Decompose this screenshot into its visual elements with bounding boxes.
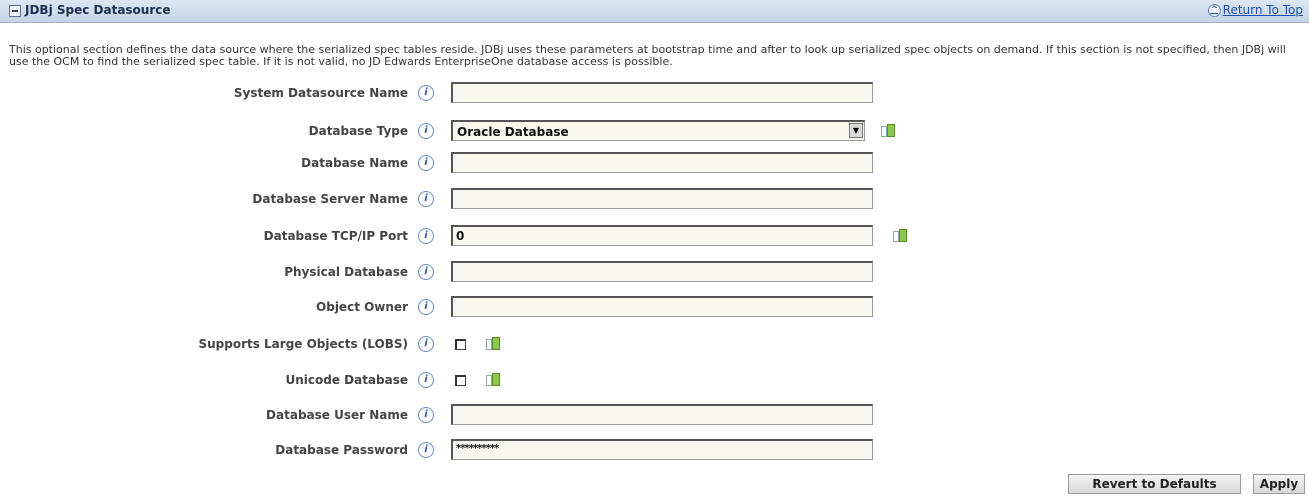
row-object-owner: Object Owner i bbox=[0, 296, 1309, 322]
database-type-value: Oracle Database bbox=[457, 125, 569, 139]
info-icon[interactable]: i bbox=[418, 85, 434, 101]
database-type-label: Database Type bbox=[308, 124, 408, 138]
return-to-top-label: Return To Top bbox=[1222, 3, 1303, 17]
system-datasource-name-label: System Datasource Name bbox=[233, 86, 408, 100]
row-database-tcp-ip-port: Database TCP/IP Port i 0 bbox=[0, 225, 1309, 251]
row-system-datasource-name: System Datasource Name i bbox=[0, 82, 1309, 108]
section-header: JDBj Spec Datasource ^ Return To Top bbox=[0, 0, 1309, 23]
row-supports-large-objects: Supports Large Objects (LOBS) i bbox=[0, 333, 1309, 359]
row-database-user-name: Database User Name i bbox=[0, 404, 1309, 430]
info-icon[interactable]: i bbox=[418, 228, 434, 244]
row-database-type: Database Type i Oracle Database ▼ bbox=[0, 120, 1309, 146]
unicode-database-label: Unicode Database bbox=[285, 373, 408, 387]
row-database-password: Database Password i ********** bbox=[0, 439, 1309, 465]
supports-large-objects-label: Supports Large Objects (LOBS) bbox=[198, 337, 408, 351]
section-title: JDBj Spec Datasource bbox=[25, 3, 171, 17]
info-icon[interactable]: i bbox=[418, 264, 434, 280]
unicode-database-checkbox[interactable] bbox=[455, 375, 466, 386]
chevron-down-icon[interactable]: ▼ bbox=[849, 123, 863, 138]
database-server-name-label: Database Server Name bbox=[252, 192, 408, 206]
section-description: This optional section defines the data s… bbox=[9, 43, 1286, 68]
info-icon[interactable]: i bbox=[418, 191, 434, 207]
database-password-input[interactable]: ********** bbox=[451, 439, 873, 460]
return-to-top-link[interactable]: ^ Return To Top bbox=[1207, 3, 1303, 17]
database-type-select[interactable]: Oracle Database ▼ bbox=[451, 120, 865, 141]
database-password-label: Database Password bbox=[275, 443, 408, 457]
object-owner-input[interactable] bbox=[451, 296, 873, 317]
info-icon[interactable]: i bbox=[418, 299, 434, 315]
database-user-name-input[interactable] bbox=[451, 404, 873, 425]
override-indicator-icon[interactable] bbox=[486, 337, 500, 350]
object-owner-label: Object Owner bbox=[316, 300, 408, 314]
database-name-input[interactable] bbox=[451, 152, 873, 173]
database-server-name-input[interactable] bbox=[451, 188, 873, 209]
info-icon[interactable]: i bbox=[418, 336, 434, 352]
row-database-server-name: Database Server Name i bbox=[0, 188, 1309, 214]
up-arrow-icon: ^ bbox=[1207, 3, 1221, 17]
apply-button[interactable]: Apply bbox=[1253, 474, 1305, 494]
row-unicode-database: Unicode Database i bbox=[0, 369, 1309, 395]
info-icon[interactable]: i bbox=[418, 407, 434, 423]
row-database-name: Database Name i bbox=[0, 152, 1309, 178]
override-indicator-icon[interactable] bbox=[893, 229, 907, 242]
override-indicator-icon[interactable] bbox=[881, 124, 895, 137]
database-tcp-ip-port-input[interactable]: 0 bbox=[451, 225, 873, 246]
physical-database-label: Physical Database bbox=[284, 265, 408, 279]
info-icon[interactable]: i bbox=[418, 442, 434, 458]
override-indicator-icon[interactable] bbox=[486, 373, 500, 386]
collapse-minus-icon[interactable] bbox=[9, 5, 21, 17]
revert-to-defaults-button[interactable]: Revert to Defaults bbox=[1068, 474, 1241, 494]
row-physical-database: Physical Database i bbox=[0, 261, 1309, 287]
info-icon[interactable]: i bbox=[418, 372, 434, 388]
database-user-name-label: Database User Name bbox=[266, 408, 408, 422]
database-name-label: Database Name bbox=[301, 156, 408, 170]
system-datasource-name-input[interactable] bbox=[451, 82, 873, 103]
physical-database-input[interactable] bbox=[451, 261, 873, 282]
info-icon[interactable]: i bbox=[418, 155, 434, 171]
info-icon[interactable]: i bbox=[418, 123, 434, 139]
database-tcp-ip-port-label: Database TCP/IP Port bbox=[263, 229, 408, 243]
supports-large-objects-checkbox[interactable] bbox=[455, 339, 466, 350]
